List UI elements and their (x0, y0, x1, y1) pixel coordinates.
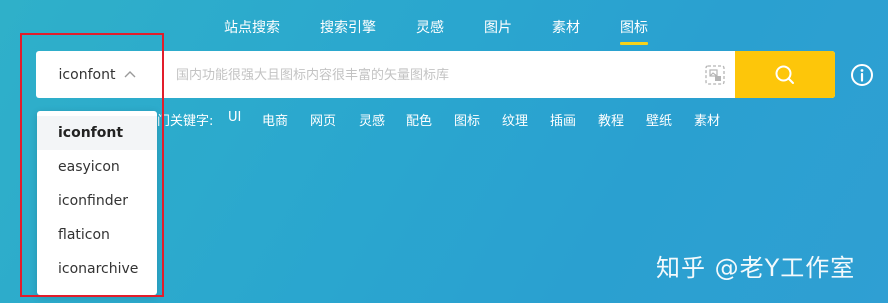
info-icon[interactable] (850, 63, 874, 87)
engine-select-value: iconfont (58, 66, 116, 83)
search-input[interactable] (174, 51, 698, 98)
dropdown-option-easyicon[interactable]: easyicon (37, 150, 157, 184)
keyword-link[interactable]: UI (228, 110, 241, 125)
nav-item-search-engine[interactable]: 搜索引擎 (320, 17, 376, 37)
keyword-link[interactable]: 教程 (598, 110, 624, 129)
keyword-link[interactable]: 素材 (694, 110, 720, 129)
nav-item-site-search[interactable]: 站点搜索 (224, 17, 280, 37)
keyword-link[interactable]: 插画 (550, 110, 576, 129)
dropdown-option-iconfinder[interactable]: iconfinder (37, 184, 157, 218)
image-search-icon[interactable] (704, 64, 726, 86)
dropdown-option-flaticon[interactable]: flaticon (37, 218, 157, 252)
keyword-link[interactable]: 电商 (262, 110, 288, 129)
dropdown-option-iconfont[interactable]: iconfont (37, 116, 157, 150)
keyword-link[interactable]: 纹理 (502, 110, 528, 129)
search-button[interactable] (735, 51, 835, 98)
watermark: 知乎 @老Y工作室 (656, 254, 856, 282)
nav-item-pictures[interactable]: 图片 (484, 17, 512, 37)
keyword-link[interactable]: 配色 (406, 110, 432, 129)
keyword-link[interactable]: 网页 (310, 110, 336, 129)
keyword-link[interactable]: 壁纸 (646, 110, 672, 129)
engine-select[interactable]: iconfont (36, 51, 160, 98)
dropdown-option-iconarchive[interactable]: iconarchive (37, 252, 157, 286)
nav-item-icons[interactable]: 图标 (620, 17, 648, 45)
keyword-link[interactable]: 图标 (454, 110, 480, 129)
nav-item-inspiration[interactable]: 灵感 (416, 17, 444, 37)
top-nav: 站点搜索 搜索引擎 灵感 图片 素材 图标 (0, 0, 888, 48)
search-bar: iconfont (36, 51, 835, 98)
engine-dropdown: iconfont easyicon iconfinder flaticon ic… (37, 111, 157, 295)
search-icon (775, 65, 794, 84)
keyword-link[interactable]: 灵感 (359, 110, 385, 129)
chevron-up-icon (124, 70, 136, 77)
nav-item-materials[interactable]: 素材 (552, 17, 580, 37)
